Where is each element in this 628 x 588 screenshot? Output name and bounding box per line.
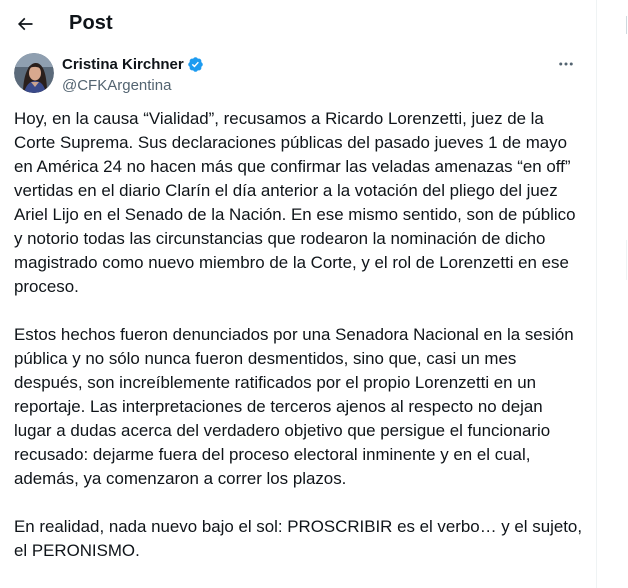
profile-photo-icon [14,53,54,93]
author-handle[interactable]: @CFKArgentina [62,77,204,94]
back-button[interactable] [8,7,42,41]
page-title: Post [69,12,113,34]
arrow-left-icon [17,17,33,31]
post-header: Post [0,0,597,50]
verified-badge-icon[interactable] [187,56,204,73]
right-sidebar-edge [598,0,628,588]
post-column: Post Cristina Kirchner @CFKArgentina Hoy… [0,0,597,588]
post-text: Hoy, en la causa “Vialidad”, recusamos a… [14,107,584,587]
post-paragraph: Estos hechos fueron denunciados por una … [14,325,574,488]
sidebar-fragment [626,240,627,280]
post-paragraph: Hoy, en la causa “Vialidad”, recusamos a… [14,109,576,296]
post-author-row: Cristina Kirchner @CFKArgentina [14,53,584,95]
author-name-block: Cristina Kirchner @CFKArgentina [62,55,204,94]
more-options-button[interactable] [552,53,580,75]
post-paragraph: En realidad, nada nuevo bajo el sol: PRO… [14,517,583,560]
sidebar-fragment [626,16,627,34]
more-horizontal-icon [559,62,573,66]
author-display-name[interactable]: Cristina Kirchner [62,56,184,73]
author-name-line: Cristina Kirchner [62,55,204,73]
avatar[interactable] [14,53,54,93]
